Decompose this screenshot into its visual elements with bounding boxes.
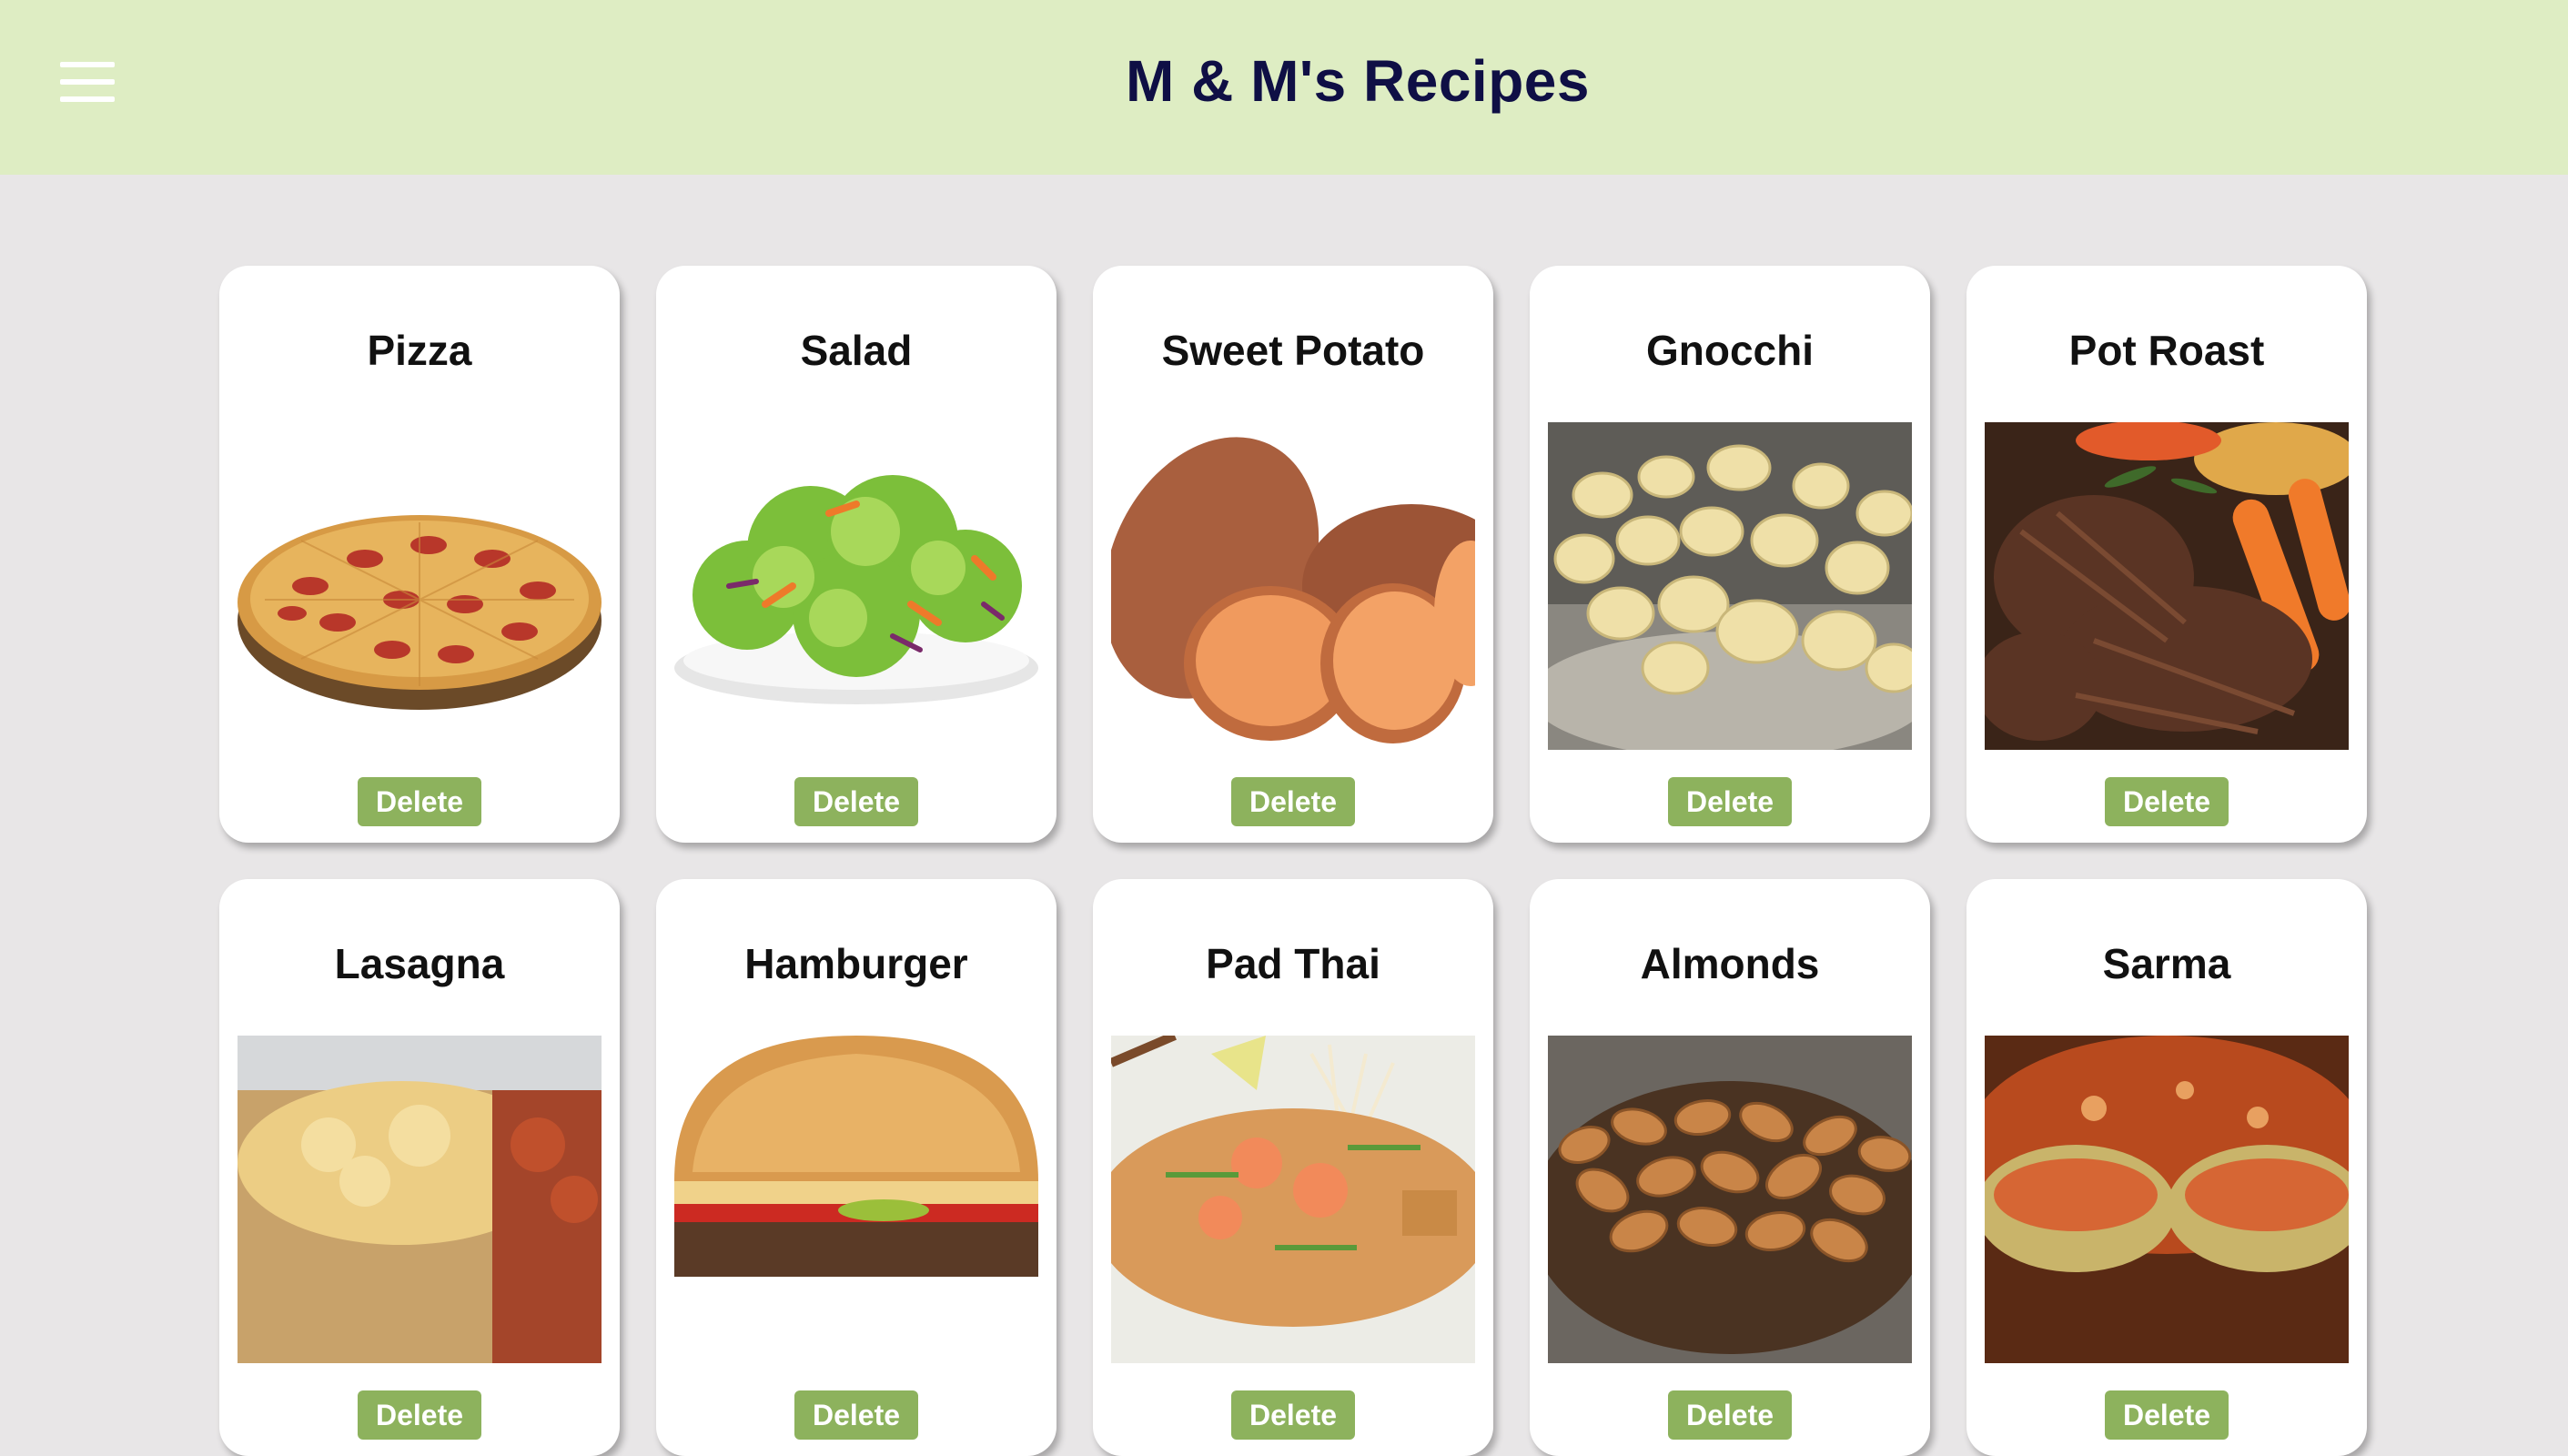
recipe-title: Almonds <box>1640 940 1820 987</box>
recipe-title: Pot Roast <box>2068 327 2265 374</box>
delete-button[interactable]: Delete <box>1668 777 1792 826</box>
recipe-card[interactable]: Sarma Delete <box>1966 879 2367 1456</box>
recipe-grid: Pizza Delete Salad Delete Sweet Potato D… <box>219 266 2367 1456</box>
recipe-image-lasagna <box>238 1036 602 1363</box>
recipe-title: Lasagna <box>334 940 505 987</box>
recipe-title: Pad Thai <box>1206 940 1380 987</box>
delete-button[interactable]: Delete <box>358 777 481 826</box>
recipe-image-hamburger <box>674 1036 1038 1363</box>
delete-button[interactable]: Delete <box>2105 1390 2229 1440</box>
recipe-image-sarma <box>1985 1036 2349 1363</box>
recipe-card[interactable]: Salad Delete <box>656 266 1057 843</box>
recipe-image-gnocchi <box>1548 422 1912 750</box>
recipe-image-pot-roast <box>1985 422 2349 750</box>
delete-button[interactable]: Delete <box>358 1390 481 1440</box>
recipe-title: Hamburger <box>744 940 968 987</box>
delete-button[interactable]: Delete <box>2105 777 2229 826</box>
recipe-image-pizza <box>238 422 602 750</box>
recipe-card[interactable]: Pad Thai Delete <box>1093 879 1493 1456</box>
delete-button[interactable]: Delete <box>794 1390 918 1440</box>
recipe-card[interactable]: Hamburger Delete <box>656 879 1057 1456</box>
recipe-title: Salad <box>800 327 913 374</box>
recipe-title: Gnocchi <box>1645 327 1815 374</box>
recipe-card[interactable]: Lasagna Delete <box>219 879 620 1456</box>
recipe-card[interactable]: Pizza Delete <box>219 266 620 843</box>
recipe-image-almonds <box>1548 1036 1912 1363</box>
delete-button[interactable]: Delete <box>1231 1390 1355 1440</box>
recipe-card[interactable]: Almonds Delete <box>1530 879 1930 1456</box>
recipe-title: Sarma <box>2102 940 2231 987</box>
recipe-image-salad <box>674 422 1038 750</box>
recipe-card[interactable]: Pot Roast Delete <box>1966 266 2367 843</box>
recipe-card[interactable]: Sweet Potato Delete <box>1093 266 1493 843</box>
recipe-image-sweet-potato <box>1111 422 1475 750</box>
delete-button[interactable]: Delete <box>1231 777 1355 826</box>
page-title: M & M's Recipes <box>1126 48 1590 114</box>
recipe-image-pad-thai <box>1111 1036 1475 1363</box>
delete-button[interactable]: Delete <box>794 777 918 826</box>
recipe-title: Pizza <box>367 327 472 374</box>
recipe-card[interactable]: Gnocchi Delete <box>1530 266 1930 843</box>
app-header: M & M's Recipes <box>0 0 2568 175</box>
recipe-title: Sweet Potato <box>1161 327 1425 374</box>
delete-button[interactable]: Delete <box>1668 1390 1792 1440</box>
